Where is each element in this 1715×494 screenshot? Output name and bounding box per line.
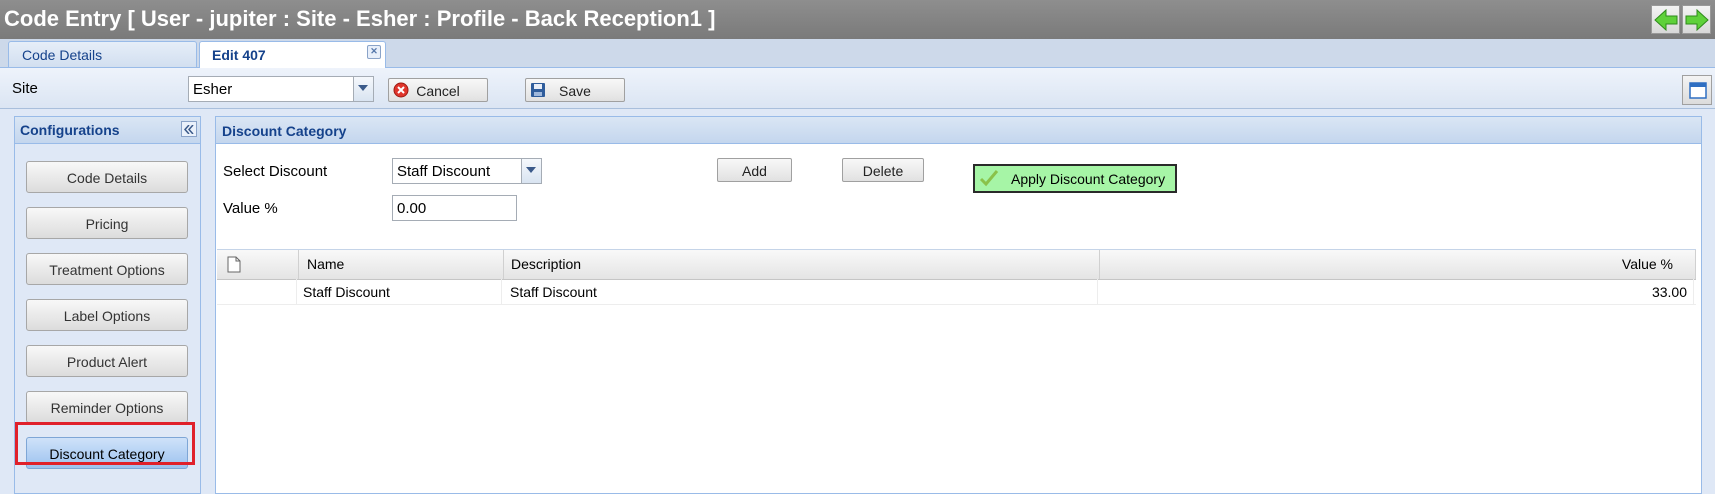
selection-highlight: [15, 422, 195, 465]
row-icon-cell: [217, 279, 297, 304]
column-label: Name: [307, 256, 345, 272]
site-label: Site: [12, 80, 38, 97]
cancel-label: Cancel: [416, 83, 460, 99]
delete-button[interactable]: Delete: [842, 158, 924, 182]
checkmark-icon: [979, 170, 999, 187]
chevron-down-icon[interactable]: [353, 77, 373, 101]
value-field[interactable]: [393, 196, 511, 220]
configurations-title: Configurations: [20, 122, 120, 138]
toolbar: Site Esher Cancel Save: [0, 68, 1715, 109]
window-icon[interactable]: [1682, 75, 1712, 105]
value-cell: 33.00: [1098, 279, 1694, 304]
forward-button[interactable]: [1682, 5, 1711, 34]
chevron-down-icon[interactable]: [521, 159, 541, 183]
save-label: Save: [559, 83, 591, 99]
value-label: Value %: [223, 200, 278, 217]
sidebar-item-label-options[interactable]: Label Options: [26, 299, 188, 331]
sidebar-item-label: Treatment Options: [49, 262, 165, 278]
sidebar-item-label: Reminder Options: [50, 400, 164, 416]
tab-label: Edit 407: [212, 47, 266, 63]
column-label: Description: [511, 256, 582, 272]
save-button[interactable]: Save: [525, 78, 625, 102]
close-icon[interactable]: ✕: [367, 45, 381, 59]
column-header-value[interactable]: Value %: [1100, 250, 1696, 279]
collapse-icon[interactable]: [181, 121, 197, 137]
tab-label: Code Details: [22, 47, 103, 63]
cancel-button[interactable]: Cancel: [388, 78, 488, 102]
value-input[interactable]: [392, 195, 517, 221]
delete-label: Delete: [862, 163, 904, 179]
add-label: Add: [742, 163, 767, 179]
panel-title: Discount Category: [222, 123, 347, 139]
site-select[interactable]: Esher: [188, 76, 374, 102]
tab-code-details[interactable]: Code Details: [8, 41, 197, 67]
column-label: Value %: [1621, 256, 1673, 272]
configurations-header: Configurations: [15, 117, 200, 144]
column-icon-header: [217, 250, 299, 279]
site-value: Esher: [193, 81, 233, 98]
sidebar-item-label: Product Alert: [66, 354, 148, 370]
sidebar-item-reminder-options[interactable]: Reminder Options: [26, 391, 188, 423]
discount-category-panel: Discount Category Select Discount Staff …: [215, 116, 1702, 494]
column-header-name[interactable]: Name: [299, 250, 504, 279]
table-row[interactable]: Staff Discount Staff Discount 33.00: [217, 279, 1696, 305]
tab-edit-407[interactable]: Edit 407 ✕: [199, 41, 386, 68]
arrow-left-icon: [1654, 9, 1678, 31]
back-button[interactable]: [1651, 5, 1680, 34]
sidebar-item-code-details[interactable]: Code Details: [26, 161, 188, 193]
name-cell: Staff Discount: [297, 279, 502, 304]
select-discount-label: Select Discount: [223, 163, 328, 180]
tab-bar: Code Details Edit 407 ✕: [0, 39, 1715, 68]
select-discount-value: Staff Discount: [397, 163, 491, 180]
sidebar-item-product-alert[interactable]: Product Alert: [26, 345, 188, 377]
discount-category-header: Discount Category: [216, 117, 1701, 144]
add-button[interactable]: Add: [717, 158, 792, 182]
sidebar-item-treatment-options[interactable]: Treatment Options: [26, 253, 188, 285]
grid-header: Name Description Value %: [217, 249, 1696, 280]
window-title: Code Entry [ User - jupiter : Site - Esh…: [4, 6, 716, 31]
column-header-description[interactable]: Description: [504, 250, 1100, 279]
apply-label: Apply Discount Category: [1011, 171, 1166, 187]
sidebar-item-pricing[interactable]: Pricing: [26, 207, 188, 239]
sidebar-item-label: Pricing: [85, 216, 129, 232]
arrow-right-icon: [1685, 9, 1709, 31]
description-cell: Staff Discount: [502, 279, 1098, 304]
document-icon: [227, 256, 241, 273]
select-discount-combo[interactable]: Staff Discount: [392, 158, 542, 184]
apply-discount-category-button[interactable]: Apply Discount Category: [973, 164, 1177, 193]
title-bar: Code Entry [ User - jupiter : Site - Esh…: [0, 0, 1715, 40]
sidebar-item-label: Label Options: [63, 308, 151, 324]
sidebar-item-label: Code Details: [66, 170, 148, 186]
